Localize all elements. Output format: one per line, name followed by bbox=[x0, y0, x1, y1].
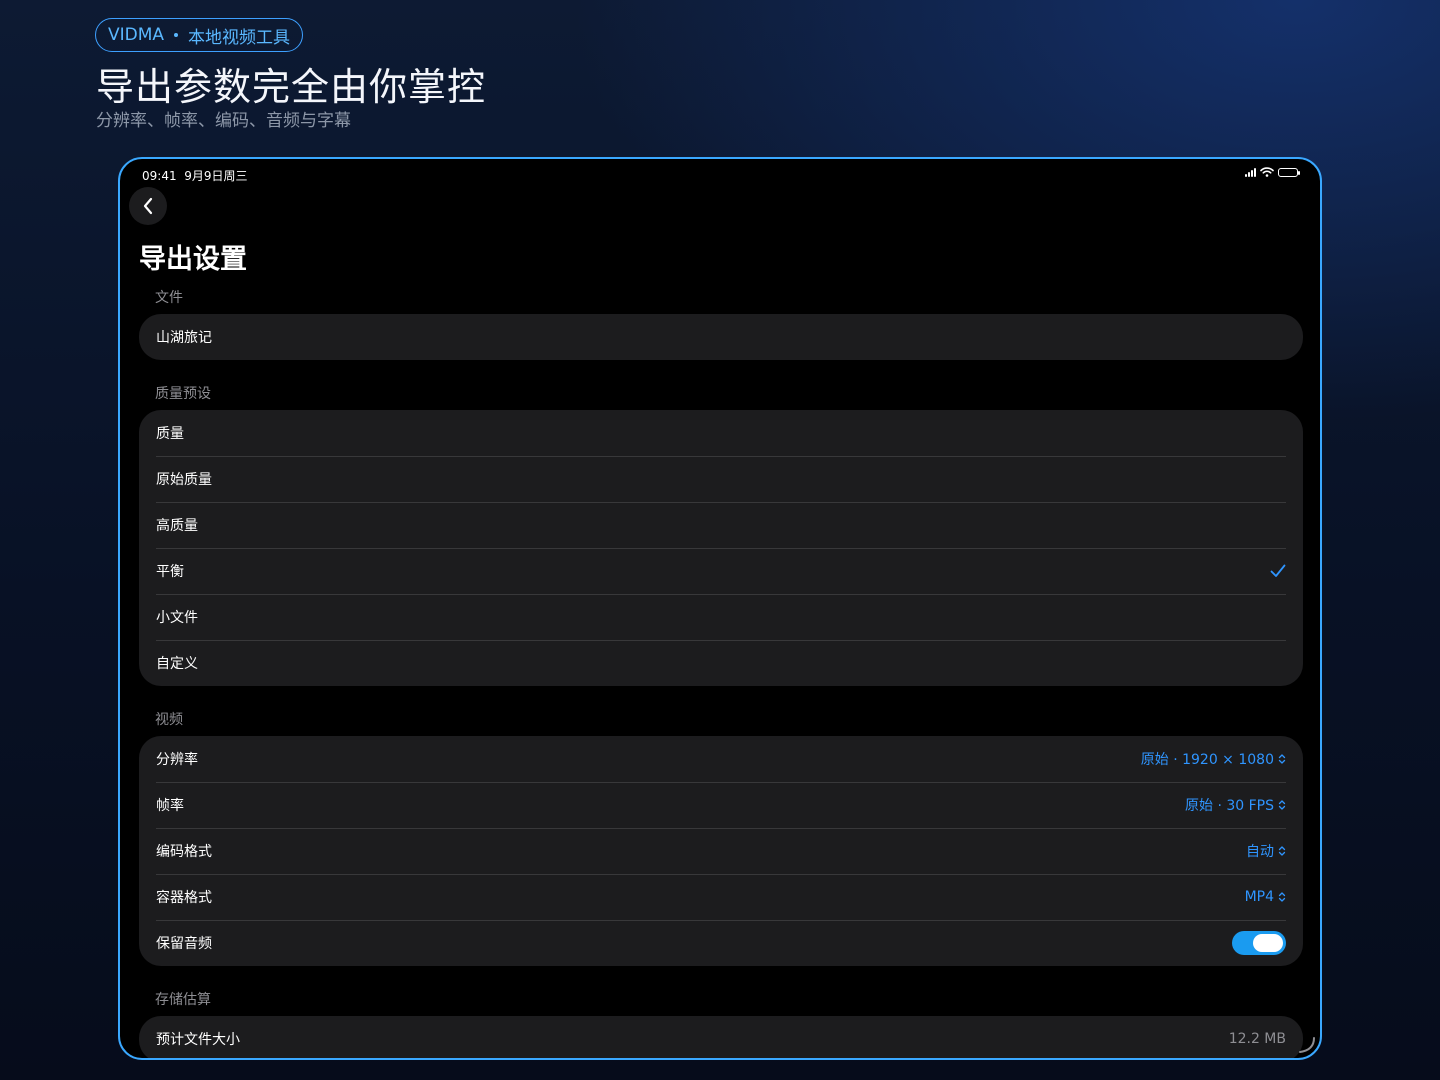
container-label: 容器格式 bbox=[156, 890, 212, 906]
preset-item-label: 小文件 bbox=[156, 610, 198, 626]
brand-tagline: 本地视频工具 bbox=[188, 27, 291, 48]
resize-handle-icon[interactable] bbox=[1296, 1034, 1316, 1054]
keep-audio-toggle[interactable] bbox=[1232, 931, 1286, 955]
keep-audio-label: 保留音频 bbox=[156, 936, 212, 952]
separator-dot-icon bbox=[174, 33, 179, 37]
chevron-left-icon bbox=[143, 197, 153, 215]
preset-item-custom[interactable]: 自定义 bbox=[139, 640, 1303, 686]
chevron-updown-icon bbox=[1278, 846, 1286, 856]
page-title: 导出设置 bbox=[139, 244, 247, 275]
back-button[interactable] bbox=[129, 187, 167, 225]
codec-value: 自动 bbox=[1246, 844, 1274, 860]
status-bar-time: 09:41 9月9日周三 bbox=[142, 167, 248, 184]
keep-audio-row: 保留音频 bbox=[139, 920, 1303, 966]
preset-item-label: 原始质量 bbox=[156, 472, 212, 488]
device-frame: 09:41 9月9日周三 导出设置 文件 山湖旅记 质量预设 质量 原始质量 高… bbox=[118, 157, 1322, 1060]
chevron-updown-icon bbox=[1278, 800, 1286, 810]
preset-item-high[interactable]: 高质量 bbox=[139, 502, 1303, 548]
section-header-video: 视频 bbox=[155, 712, 183, 728]
status-date-text: 9月9日周三 bbox=[184, 169, 248, 183]
framerate-row[interactable]: 帧率 原始 · 30 FPS bbox=[139, 782, 1303, 828]
preset-item-label: 平衡 bbox=[156, 564, 184, 580]
preset-item-balanced[interactable]: 平衡 bbox=[139, 548, 1303, 594]
codec-label: 编码格式 bbox=[156, 844, 212, 860]
preset-item-original[interactable]: 原始质量 bbox=[139, 456, 1303, 502]
hero-subtitle: 分辨率、帧率、编码、音频与字幕 bbox=[96, 111, 351, 131]
section-header-file: 文件 bbox=[155, 290, 183, 306]
estimate-row: 预计文件大小 12.2 MB bbox=[139, 1016, 1303, 1058]
preset-item-label: 自定义 bbox=[156, 656, 198, 672]
wifi-icon bbox=[1260, 167, 1274, 177]
container-value: MP4 bbox=[1244, 889, 1274, 905]
preset-item-label: 高质量 bbox=[156, 518, 198, 534]
brand-name: VIDMA bbox=[108, 25, 165, 45]
chevron-updown-icon bbox=[1278, 754, 1286, 764]
hero-title: 导出参数完全由你掌控 bbox=[96, 65, 487, 109]
status-time-text: 09:41 bbox=[142, 169, 177, 183]
resolution-picker[interactable]: 原始 · 1920 × 1080 bbox=[1141, 749, 1286, 769]
checkmark-icon bbox=[1270, 564, 1286, 577]
preset-item-quality[interactable]: 质量 bbox=[139, 410, 1303, 456]
estimate-value: 12.2 MB bbox=[1228, 1031, 1286, 1047]
chevron-updown-icon bbox=[1278, 892, 1286, 902]
section-header-storage: 存储估算 bbox=[155, 992, 211, 1008]
resolution-label: 分辨率 bbox=[156, 752, 198, 768]
container-picker[interactable]: MP4 bbox=[1245, 889, 1286, 905]
framerate-picker[interactable]: 原始 · 30 FPS bbox=[1185, 795, 1286, 815]
brand-pill: VIDMA 本地视频工具 bbox=[95, 18, 304, 52]
framerate-value: 原始 · 30 FPS bbox=[1185, 798, 1274, 814]
resolution-row[interactable]: 分辨率 原始 · 1920 × 1080 bbox=[139, 736, 1303, 782]
filename-value: 山湖旅记 bbox=[156, 330, 212, 346]
estimate-label: 预计文件大小 bbox=[156, 1032, 240, 1048]
codec-picker[interactable]: 自动 bbox=[1246, 841, 1286, 861]
cellular-signal-icon bbox=[1245, 167, 1256, 177]
framerate-label: 帧率 bbox=[156, 798, 184, 814]
storage-group: 预计文件大小 12.2 MB bbox=[139, 1016, 1303, 1058]
battery-icon bbox=[1278, 167, 1300, 177]
section-header-preset: 质量预设 bbox=[155, 386, 211, 402]
preset-item-small[interactable]: 小文件 bbox=[139, 594, 1303, 640]
container-row[interactable]: 容器格式 MP4 bbox=[139, 874, 1303, 920]
preset-group: 质量 原始质量 高质量 平衡 小文件 自定义 bbox=[139, 410, 1303, 686]
file-group: 山湖旅记 bbox=[139, 314, 1303, 360]
status-icons bbox=[1245, 167, 1300, 177]
resolution-value: 原始 · 1920 × 1080 bbox=[1140, 752, 1274, 768]
toggle-knob bbox=[1253, 934, 1283, 952]
filename-field[interactable]: 山湖旅记 bbox=[139, 314, 1303, 360]
preset-item-label: 质量 bbox=[156, 426, 184, 442]
codec-row[interactable]: 编码格式 自动 bbox=[139, 828, 1303, 874]
video-group: 分辨率 原始 · 1920 × 1080 帧率 原始 · 30 FPS 编码格式… bbox=[139, 736, 1303, 966]
